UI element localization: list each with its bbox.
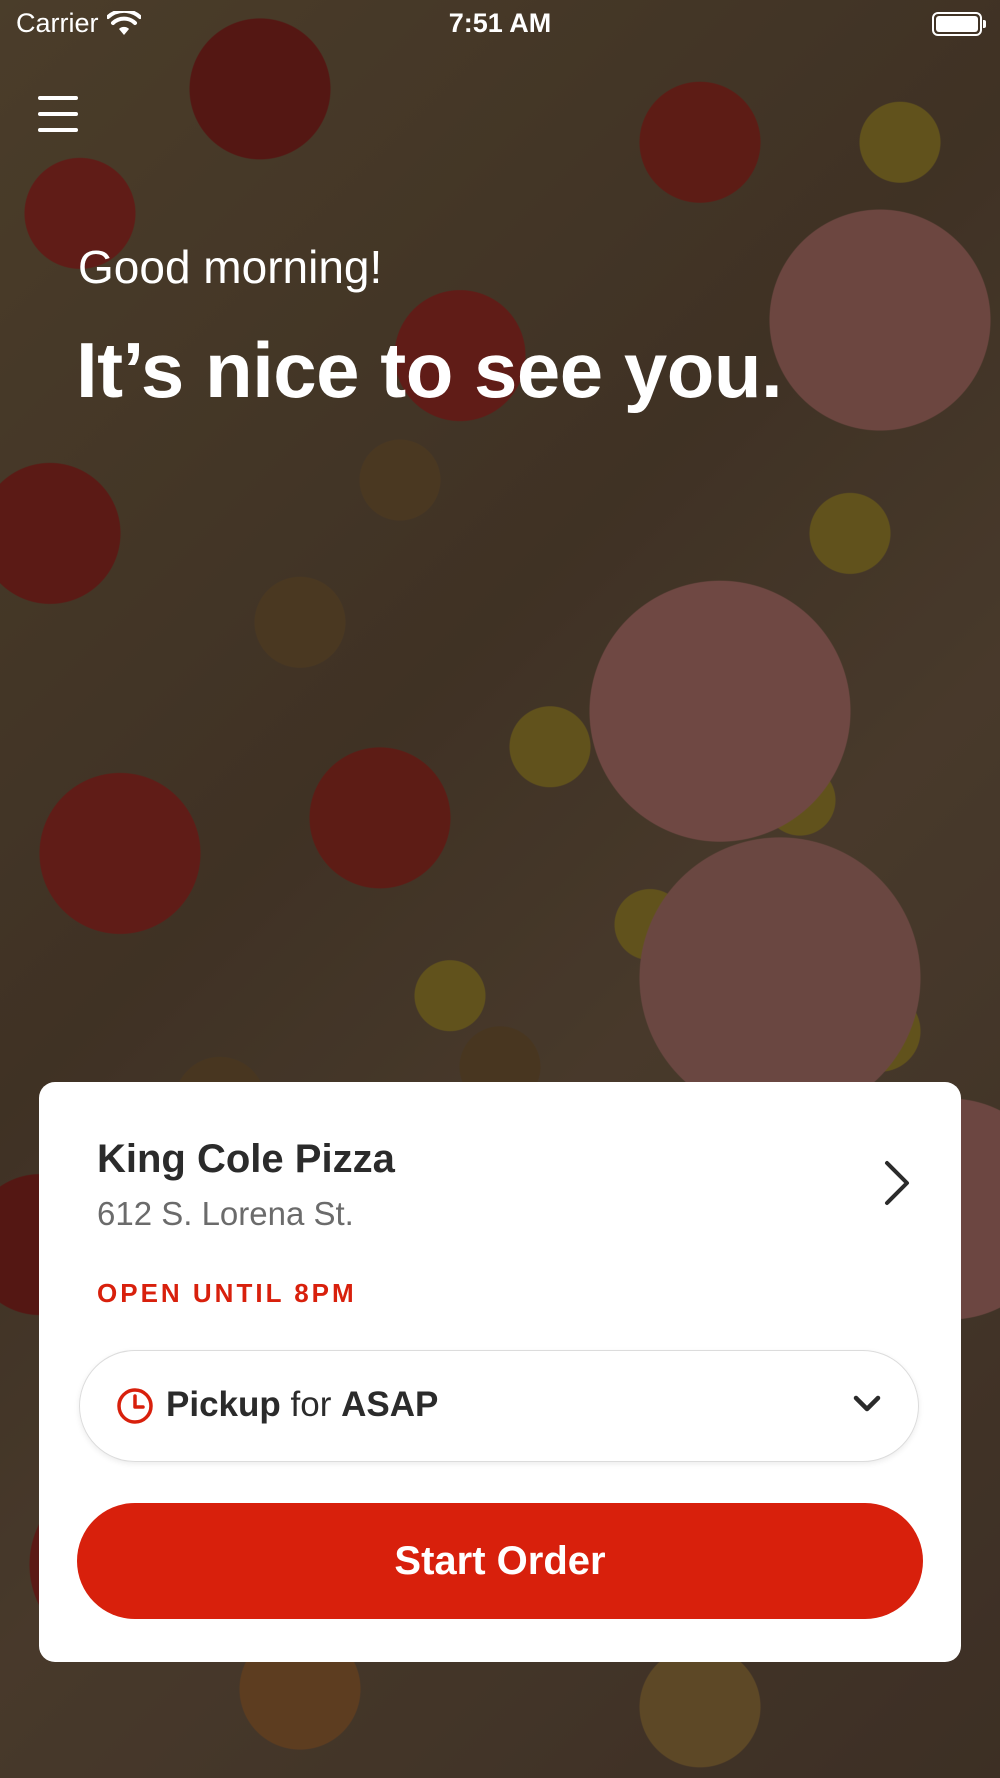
chevron-down-icon	[853, 1395, 881, 1412]
store-name: King Cole Pizza	[97, 1137, 395, 1181]
home-screen: Carrier 7:51 AM Good morning! It’s nice …	[0, 0, 1000, 1778]
store-details-link[interactable]: King Cole Pizza 612 S. Lorena St.	[97, 1137, 921, 1247]
status-time: 7:51 AM	[448, 8, 552, 38]
order-mode-label: Pickup	[166, 1385, 281, 1424]
chevron-right-icon	[885, 1161, 909, 1205]
order-time-label: ASAP	[341, 1385, 439, 1424]
menu-line	[38, 96, 78, 100]
hamburger-menu-icon[interactable]	[38, 96, 78, 132]
welcome-headline: It’s nice to see you.	[76, 326, 783, 414]
pickup-time-selector[interactable]: Pickup for ASAP	[79, 1350, 919, 1462]
store-address: 612 S. Lorena St.	[97, 1195, 354, 1232]
clock-icon	[117, 1388, 153, 1424]
pickup-summary: Pickup for ASAP	[166, 1385, 438, 1425]
store-card: King Cole Pizza 612 S. Lorena St. OPEN U…	[39, 1082, 961, 1662]
battery-level	[936, 16, 978, 32]
menu-line	[38, 112, 78, 116]
greeting-text: Good morning!	[78, 241, 383, 293]
open-status-label: OPEN UNTIL 8PM	[97, 1278, 357, 1308]
status-bar: Carrier 7:51 AM	[0, 0, 1000, 50]
order-mode-connector: for	[290, 1385, 332, 1424]
start-order-button[interactable]: Start Order	[77, 1503, 923, 1619]
battery-icon	[932, 12, 986, 36]
menu-line	[38, 128, 78, 132]
battery-nub	[983, 20, 986, 28]
